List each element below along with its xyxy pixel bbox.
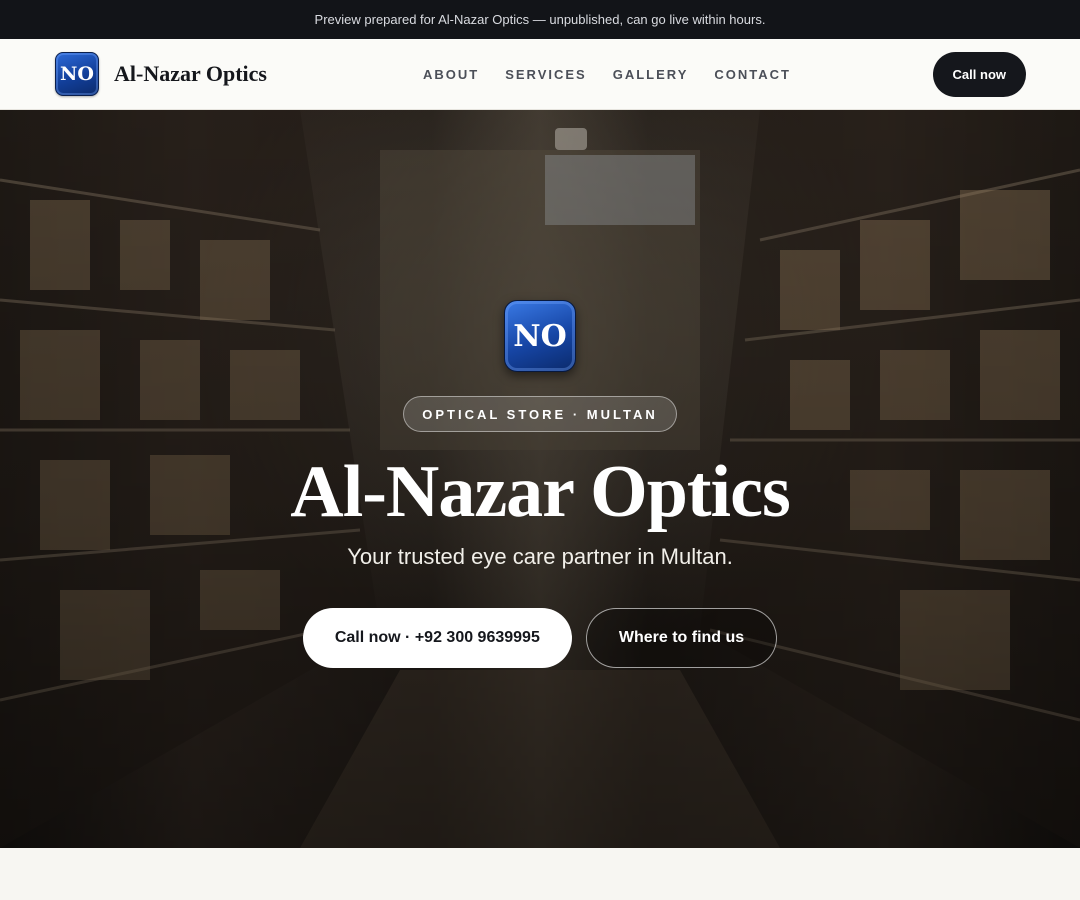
nav-services[interactable]: SERVICES <box>505 67 587 82</box>
hero-call-button[interactable]: Call now · +92 300 9639995 <box>302 608 572 668</box>
hero-section: NO OPTICAL STORE · MULTAN Al-Nazar Optic… <box>0 110 1080 848</box>
preview-banner: Preview prepared for Al-Nazar Optics — u… <box>0 0 1080 39</box>
hero-content: NO OPTICAL STORE · MULTAN Al-Nazar Optic… <box>0 110 1080 848</box>
site-header: NO Al-Nazar Optics ABOUT SERVICES GALLER… <box>0 39 1080 110</box>
header-call-button[interactable]: Call now <box>932 52 1026 97</box>
nav-contact[interactable]: CONTACT <box>714 67 791 82</box>
hero-logo-icon: NO <box>504 300 576 372</box>
nav-about[interactable]: ABOUT <box>423 67 479 82</box>
hero-location-button[interactable]: Where to find us <box>585 608 778 668</box>
preview-banner-text: Preview prepared for Al-Nazar Optics — u… <box>314 12 766 27</box>
brand-name: Al-Nazar Optics <box>114 61 267 86</box>
hero-subtitle: Your trusted eye care partner in Multan. <box>347 544 733 569</box>
nav-gallery[interactable]: GALLERY <box>613 67 689 82</box>
hero-title: Al-Nazar Optics <box>290 451 790 533</box>
main-nav: ABOUT SERVICES GALLERY CONTACT <box>423 39 817 110</box>
hero-actions: Call now · +92 300 9639995 Where to find… <box>302 608 778 668</box>
hero-tag: OPTICAL STORE · MULTAN <box>403 396 677 432</box>
logo-badge-icon: NO <box>55 52 99 96</box>
brand-link[interactable]: NO Al-Nazar Optics <box>55 52 267 96</box>
